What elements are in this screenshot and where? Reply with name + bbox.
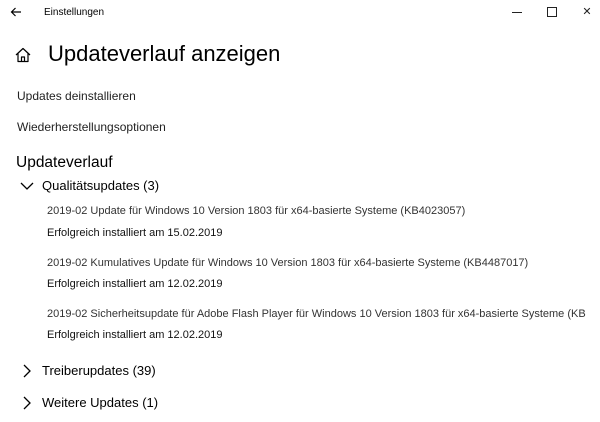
update-status: Erfolgreich installiert am 15.02.2019	[47, 227, 223, 239]
group-label: Weitere Updates (1)	[42, 395, 159, 410]
update-status: Erfolgreich installiert am 12.02.2019	[47, 278, 223, 290]
update-name[interactable]: 2019-02 Sicherheitsupdate für Adobe Flas…	[47, 308, 586, 320]
group-label: Qualitätsupdates (3)	[42, 178, 160, 193]
update-name[interactable]: 2019-02 Update für Windows 10 Version 18…	[47, 205, 465, 217]
close-icon: ✕	[582, 6, 592, 18]
chevron-down-icon	[20, 182, 34, 190]
update-status: Erfolgreich installiert am 12.02.2019	[47, 329, 223, 341]
back-button[interactable]	[6, 2, 26, 22]
app-title: Einstellungen	[44, 7, 105, 18]
recovery-options-link[interactable]: Wiederherstellungsoptionen	[17, 120, 166, 134]
minimize-icon	[512, 12, 522, 13]
home-icon[interactable]	[14, 46, 32, 64]
chevron-right-icon	[23, 396, 31, 410]
arrow-left-icon	[10, 7, 21, 17]
close-button[interactable]: ✕	[574, 3, 600, 21]
update-name[interactable]: 2019-02 Kumulatives Update für Windows 1…	[47, 257, 528, 269]
page-title: Updateverlauf anzeigen	[48, 41, 281, 66]
title-bar: Einstellungen ✕	[0, 0, 600, 26]
settings-window: Einstellungen ✕ Updateverlauf anzeigen U…	[0, 0, 600, 422]
update-history-title: Updateverlauf	[16, 154, 113, 171]
minimize-button[interactable]	[504, 3, 530, 21]
chevron-right-icon	[23, 364, 31, 378]
uninstall-updates-link[interactable]: Updates deinstallieren	[17, 89, 136, 103]
maximize-icon	[547, 7, 557, 17]
group-label: Treiberupdates (39)	[42, 363, 156, 378]
maximize-button[interactable]	[539, 3, 565, 21]
